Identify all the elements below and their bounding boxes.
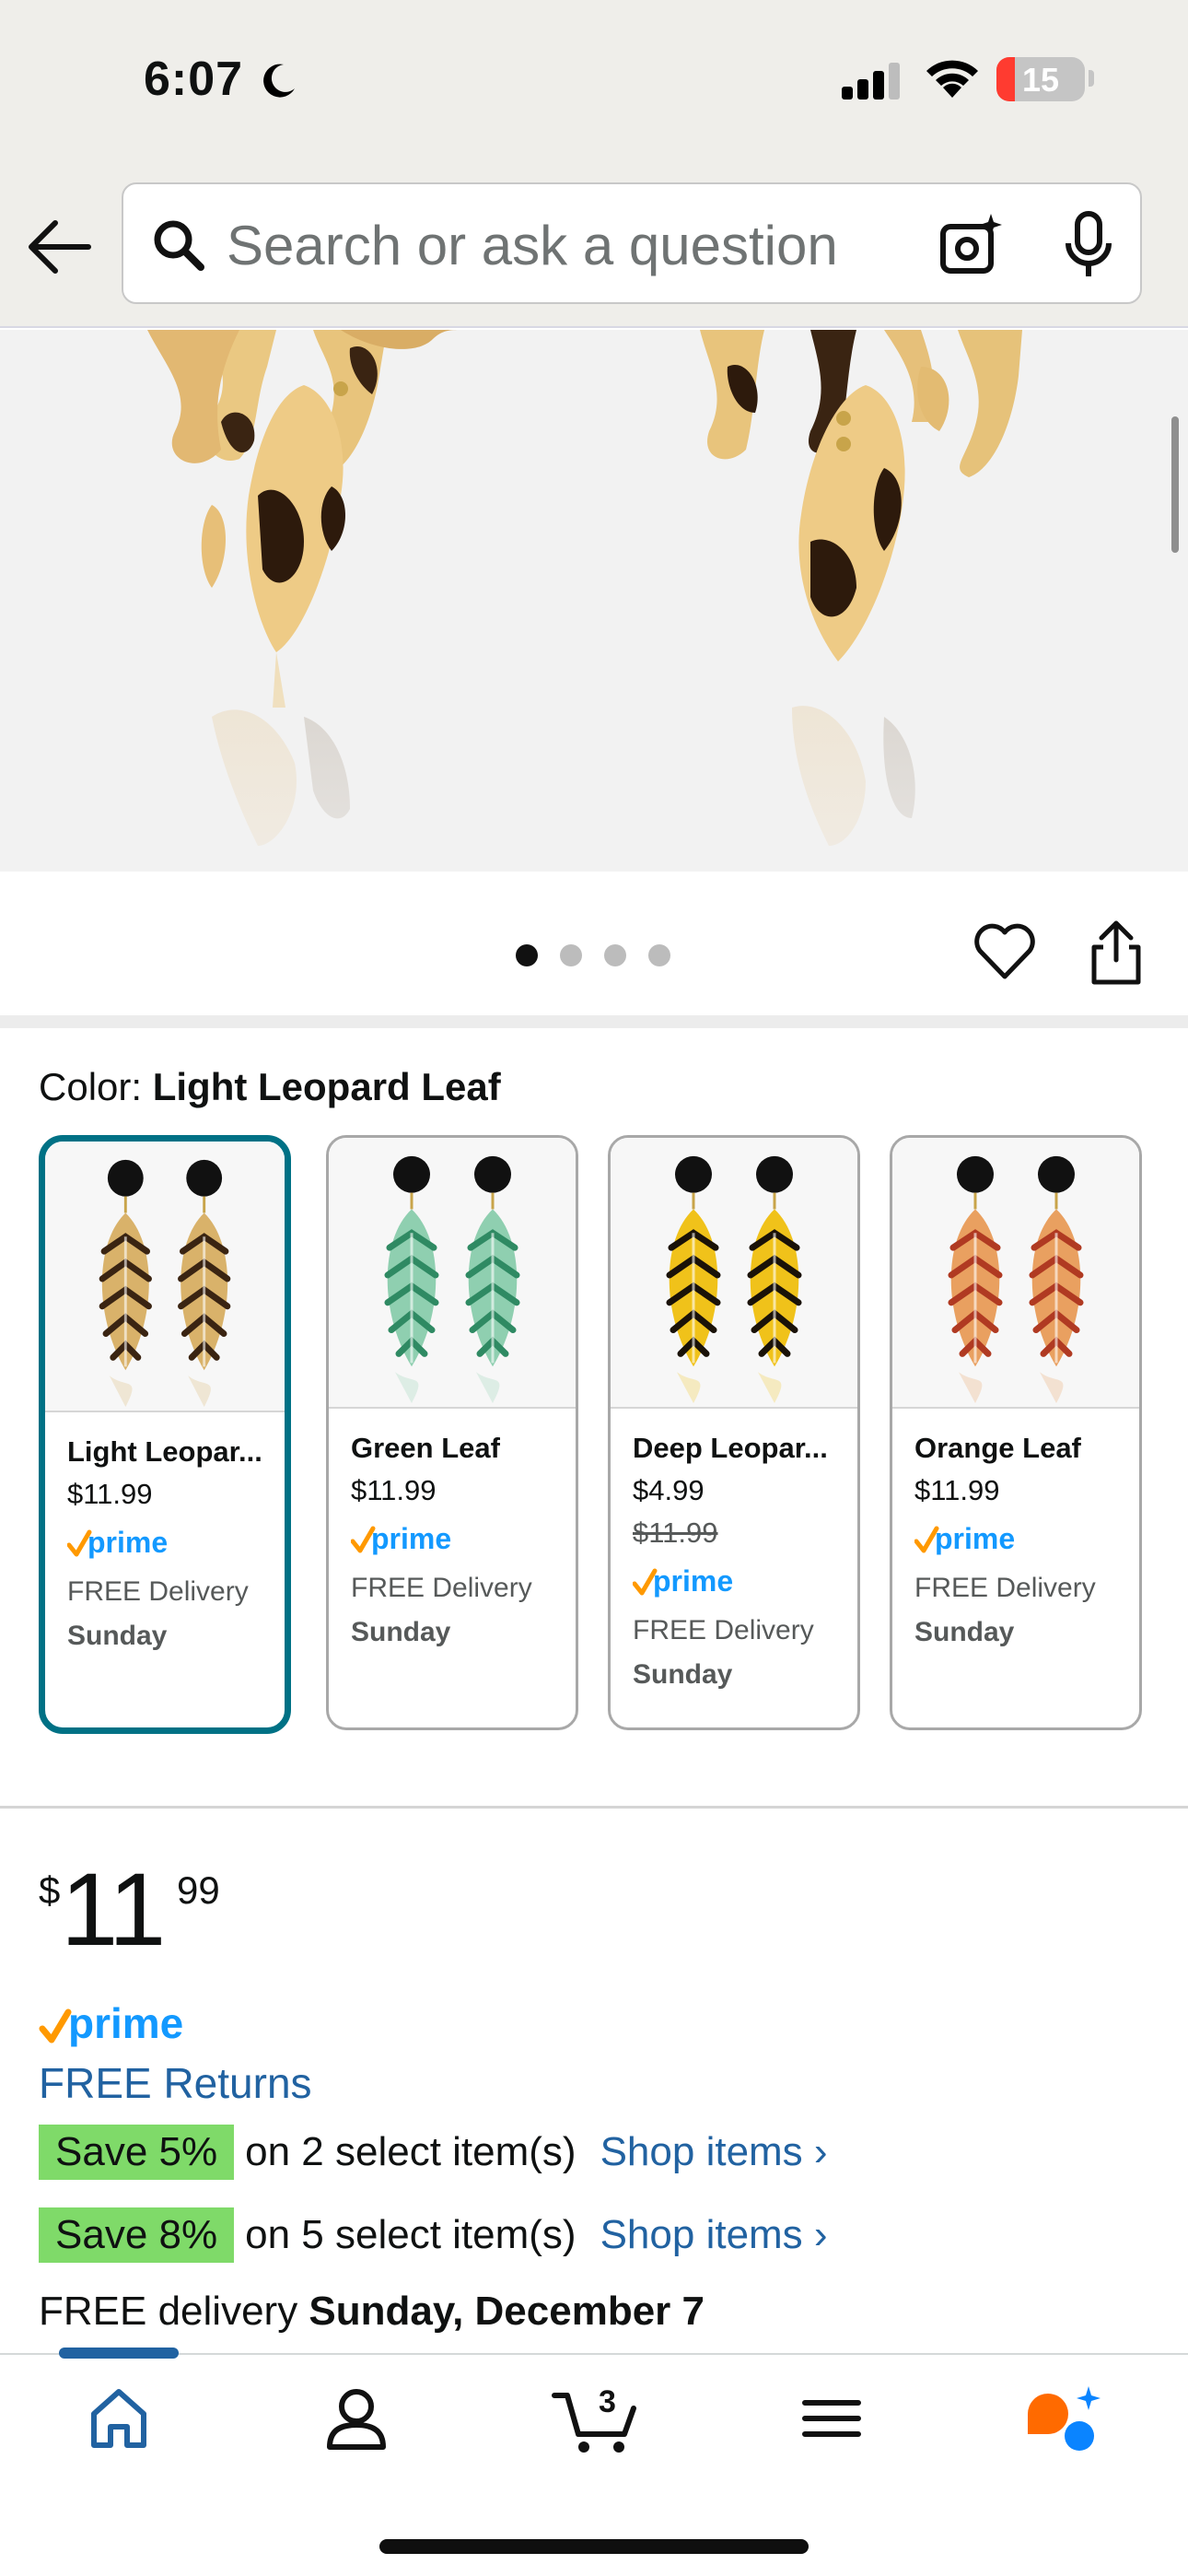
promo-text: on 2 select item(s) [245, 2129, 577, 2174]
free-returns-link[interactable]: FREE Returns [39, 2058, 312, 2108]
variation-name: Orange Leaf [914, 1432, 1081, 1464]
variation-thumbnail [45, 1142, 285, 1412]
variation-name: Light Leopar... [67, 1435, 262, 1468]
prime-badge-text: prime [935, 1522, 1015, 1555]
product-image[interactable] [0, 330, 1188, 872]
battery-level: 15 [1021, 61, 1060, 99]
prime-badge: prime [632, 1564, 733, 1598]
variation-delivery-day: Sunday [351, 1617, 451, 1647]
prime-badge: prime [350, 1522, 451, 1555]
promo-row: Save 5% on 2 select item(s) Shop items › [39, 2125, 828, 2180]
prime-badge: prime [39, 1999, 183, 2047]
variation-delivery-day: Sunday [914, 1617, 1015, 1647]
selected-color-name: Light Leopard Leaf [152, 1065, 501, 1108]
home-icon[interactable] [77, 2377, 160, 2460]
shop-items-link[interactable]: Shop items › [600, 2212, 828, 2258]
active-tab-indicator [59, 2348, 179, 2359]
color-label-prefix: Color: [39, 1065, 143, 1108]
variation-delivery: FREE Delivery [351, 1573, 532, 1603]
variation-info: Light Leopar... $11.99 prime FREE Delive… [45, 1412, 285, 1658]
home-indicator[interactable] [379, 2539, 809, 2554]
save-badge: Save 8% [39, 2207, 235, 2263]
variation-thumbnail [329, 1138, 576, 1409]
prime-badge-text: prime [653, 1564, 733, 1598]
variation-price: $11.99 [67, 1478, 153, 1510]
page-scrollbar[interactable] [1171, 416, 1179, 553]
carousel-dot[interactable] [604, 944, 626, 966]
carousel-dot[interactable] [648, 944, 670, 966]
cellular-signal-icon [842, 63, 900, 100]
share-icon[interactable] [1087, 918, 1146, 988]
search-bar[interactable] [122, 182, 1142, 304]
color-variation-card[interactable]: Light Leopar... $11.99 prime FREE Delive… [39, 1135, 291, 1734]
color-variation-card[interactable]: Deep Leopar... $4.99 $11.99 prime FREE De… [608, 1135, 860, 1730]
prime-badge-text: prime [68, 1999, 183, 2047]
prime-badge: prime [66, 1526, 168, 1559]
variation-price: $4.99 [633, 1474, 705, 1506]
variation-delivery: FREE Delivery [67, 1576, 249, 1607]
variation-delivery-day: Sunday [67, 1621, 168, 1651]
account-icon[interactable] [315, 2377, 398, 2460]
delivery-date: Sunday, December 7 [309, 2289, 705, 2334]
prime-badge-text: prime [371, 1522, 451, 1555]
promo-text: on 5 select item(s) [245, 2212, 577, 2257]
search-icon [154, 220, 204, 271]
price-symbol: $ [39, 1868, 61, 1912]
earring-image [0, 330, 1188, 872]
shop-items-link[interactable]: Shop items › [600, 2129, 828, 2175]
top-header: 6:07 15 [0, 0, 1188, 328]
variation-info: Orange Leaf $11.99 prime FREE Delivery S… [892, 1409, 1139, 1655]
menu-icon[interactable] [790, 2377, 873, 2460]
carousel-dot[interactable] [516, 944, 538, 966]
variation-delivery-day: Sunday [633, 1659, 733, 1690]
variation-list-price: $11.99 [633, 1516, 718, 1549]
variation-delivery: FREE Delivery [633, 1615, 814, 1645]
promo-row: Save 8% on 5 select item(s) Shop items › [39, 2207, 828, 2263]
status-time: 6:07 [144, 53, 244, 106]
battery-cap [1089, 70, 1094, 87]
heart-icon[interactable] [973, 919, 1037, 984]
rufus-assistant-icon[interactable] [1024, 2377, 1107, 2460]
moon-icon [263, 64, 295, 98]
variation-thumbnail [611, 1138, 857, 1409]
section-divider [0, 1806, 1188, 1809]
microphone-icon[interactable] [1061, 210, 1116, 280]
color-variation-card[interactable]: Orange Leaf $11.99 prime FREE Delivery S… [890, 1135, 1142, 1730]
delivery-info: FREE delivery Sunday, December 7 [39, 2289, 705, 2335]
variation-price: $11.99 [914, 1474, 1000, 1506]
variation-name: Green Leaf [351, 1432, 500, 1464]
variation-name: Deep Leopar... [633, 1432, 828, 1464]
battery-icon: 15 [996, 57, 1085, 101]
variation-delivery: FREE Delivery [914, 1573, 1096, 1603]
carousel-dot[interactable] [560, 944, 582, 966]
section-divider [0, 1015, 1188, 1028]
color-label: Color: Light Leopard Leaf [39, 1065, 501, 1109]
variation-info: Green Leaf $11.99 prime FREE Delivery Su… [329, 1409, 576, 1655]
delivery-prefix: FREE delivery [39, 2289, 298, 2334]
variation-thumbnail [892, 1138, 1139, 1409]
color-variation-card[interactable]: Green Leaf $11.99 prime FREE Delivery Su… [326, 1135, 578, 1730]
cart-count: 3 [599, 2384, 616, 2419]
cart-icon[interactable]: 3 [551, 2377, 643, 2460]
camera-sparkle-icon[interactable] [938, 210, 1007, 280]
variation-price: $11.99 [351, 1474, 437, 1506]
search-input[interactable] [227, 208, 1000, 282]
arrow-left-icon[interactable] [24, 212, 94, 282]
price-fraction: 99 [177, 1868, 220, 1912]
wifi-icon [926, 60, 978, 98]
prime-badge: prime [914, 1522, 1015, 1555]
prime-badge-text: prime [87, 1526, 168, 1559]
price-whole: 11 [61, 1852, 166, 1967]
save-badge: Save 5% [39, 2125, 235, 2180]
variation-info: Deep Leopar... $4.99 $11.99 prime FREE De… [611, 1409, 857, 1697]
